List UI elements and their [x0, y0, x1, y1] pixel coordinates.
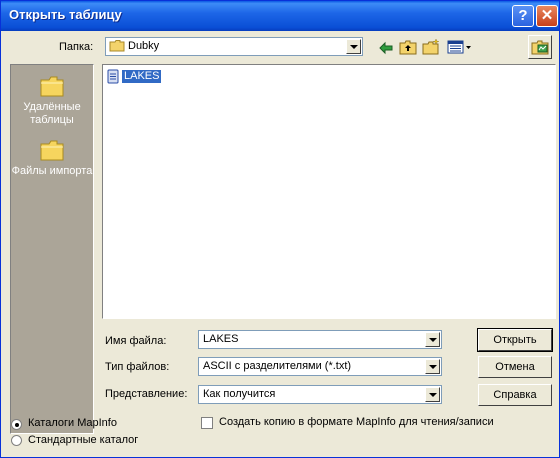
place-remote-tables[interactable]: Удалённые таблицы [11, 75, 93, 127]
view-select[interactable]: Как получится [198, 385, 442, 404]
place-import-files[interactable]: Файлы импорта [11, 139, 93, 178]
back-arrow-icon[interactable] [377, 39, 395, 57]
radio-mapinfo-label: Каталоги MapInfo [28, 417, 117, 429]
radio-standard-catalogs[interactable] [11, 435, 22, 446]
places-bar: Удалённые таблицы Файлы импорта [10, 64, 94, 434]
filetype-select[interactable]: ASCII с разделителями (*.txt) [198, 357, 442, 376]
view-menu-icon[interactable] [447, 38, 473, 56]
open-button[interactable]: Открыть [477, 328, 553, 352]
mapinfo-icon [531, 40, 549, 55]
title-bar[interactable]: Открыть таблицу ? ✕ [1, 1, 559, 31]
folder-icon [109, 40, 125, 52]
up-folder-icon[interactable] [399, 38, 417, 56]
radio-mapinfo-catalogs[interactable] [11, 419, 22, 430]
open-table-dialog: Открыть таблицу ? ✕ Папка: Dubky Удалённ… [0, 0, 560, 458]
radio-standard-label: Стандартные каталог [28, 434, 139, 446]
folder-combo[interactable]: Dubky [105, 37, 363, 56]
folder-dropdown-arrow[interactable] [346, 39, 361, 54]
filename-input[interactable]: LAKES [198, 330, 442, 349]
help-button[interactable]: Справка [478, 384, 552, 406]
create-copy-label: Создать копию в формате MapInfo для чтен… [219, 416, 494, 428]
file-name: LAKES [122, 70, 162, 83]
view-value: Как получится [203, 388, 276, 400]
file-list[interactable]: LAKES [102, 64, 556, 319]
filetype-label: Тип файлов: [105, 361, 170, 373]
folder-label: Папка: [59, 41, 94, 53]
cancel-button[interactable]: Отмена [478, 356, 552, 378]
create-copy-checkbox[interactable] [201, 417, 213, 429]
folder-value: Dubky [128, 40, 160, 52]
mapinfo-tool-button[interactable] [528, 35, 552, 59]
filename-dropdown-arrow[interactable] [425, 332, 440, 347]
close-button[interactable]: ✕ [536, 5, 558, 27]
filetype-dropdown-arrow[interactable] [425, 359, 440, 374]
view-label: Представление: [105, 388, 188, 400]
new-folder-icon[interactable] [422, 38, 440, 56]
place-label: Удалённые таблицы [23, 101, 81, 126]
view-dropdown-arrow[interactable] [425, 387, 440, 402]
help-title-button[interactable]: ? [512, 5, 534, 27]
table-file-icon [107, 69, 119, 84]
folder-icon [40, 140, 64, 161]
window-title: Открыть таблицу [9, 7, 122, 22]
folder-icon [40, 76, 64, 97]
place-label: Файлы импорта [11, 165, 93, 177]
filename-value: LAKES [203, 333, 239, 345]
filename-label: Имя файла: [105, 335, 167, 347]
filetype-value: ASCII с разделителями (*.txt) [203, 360, 352, 372]
